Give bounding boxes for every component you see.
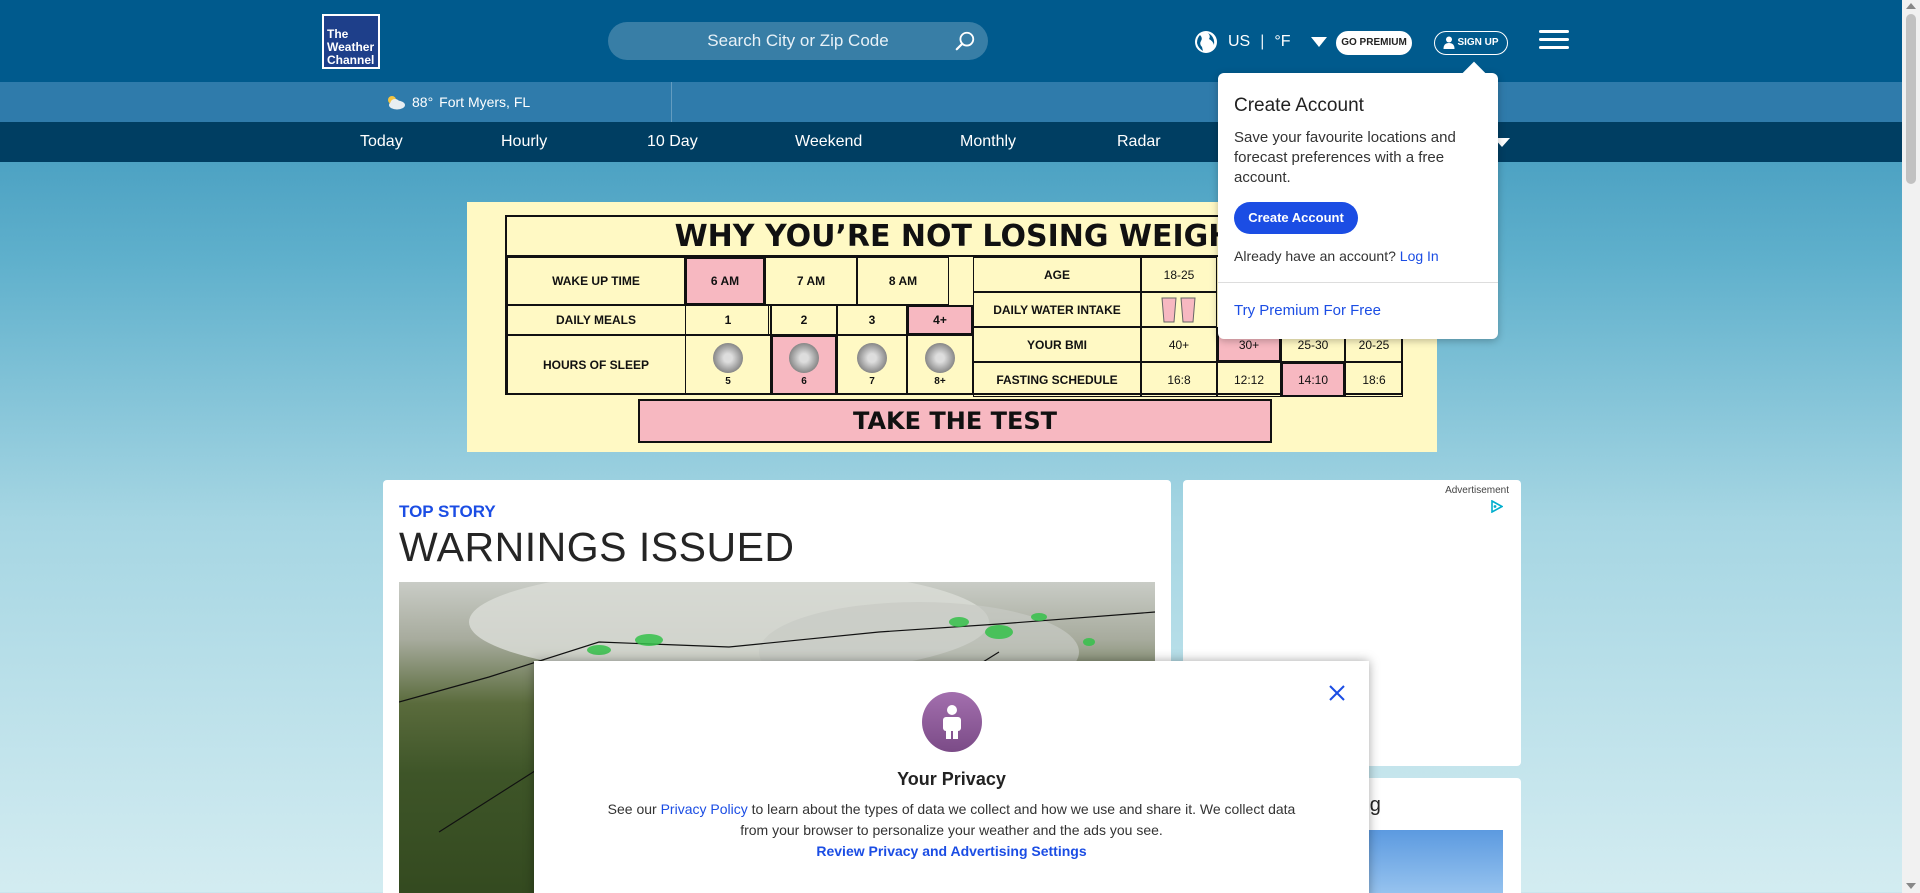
wake-label: WAKE UP TIME bbox=[507, 257, 685, 305]
age-option[interactable]: 18-25 bbox=[1141, 257, 1217, 292]
globe-icon bbox=[1195, 31, 1217, 53]
popover-description: Save your favourite locations and foreca… bbox=[1234, 129, 1456, 186]
top-story-headline[interactable]: WARNINGS ISSUED bbox=[399, 524, 795, 571]
bmi-label: YOUR BMI bbox=[973, 327, 1141, 362]
scrollbar-thumb[interactable] bbox=[1906, 14, 1916, 184]
take-the-test-button[interactable]: TAKE THE TEST bbox=[638, 399, 1272, 443]
privacy-person-icon bbox=[922, 692, 982, 752]
site-header: The Weather Channel Search City or Zip C… bbox=[0, 0, 1902, 82]
sleep-option-label: 7 bbox=[869, 376, 875, 387]
nav-10-day[interactable]: 10 Day bbox=[647, 122, 698, 162]
create-account-popover: Create Account Save your favourite locat… bbox=[1218, 73, 1498, 339]
popover-divider bbox=[1218, 282, 1498, 283]
nav-today[interactable]: Today bbox=[360, 122, 403, 162]
nav-monthly[interactable]: Monthly bbox=[960, 122, 1016, 162]
meals-option[interactable]: 3 bbox=[837, 305, 907, 335]
sign-up-label: SIGN UP bbox=[1457, 37, 1499, 48]
ring-icon bbox=[925, 343, 955, 373]
search-input[interactable]: Search City or Zip Code bbox=[608, 22, 988, 60]
locale-selector[interactable]: US | °F bbox=[1194, 30, 1327, 54]
fasting-option[interactable]: 12:12 bbox=[1217, 362, 1281, 397]
sleep-option-label: 8+ bbox=[934, 376, 946, 387]
weather-channel-logo[interactable]: The Weather Channel bbox=[322, 14, 380, 69]
try-premium-link[interactable]: Try Premium For Free bbox=[1234, 302, 1381, 319]
privacy-title: Your Privacy bbox=[897, 769, 1006, 789]
nav-hourly[interactable]: Hourly bbox=[501, 122, 547, 162]
water-glass-icon bbox=[1161, 297, 1196, 322]
ring-icon bbox=[857, 343, 887, 373]
wake-option[interactable]: 6 AM bbox=[685, 257, 765, 305]
privacy-dialog: Your Privacy See our Privacy Policy to l… bbox=[534, 661, 1369, 893]
units-label: °F bbox=[1274, 33, 1291, 50]
ring-icon bbox=[789, 343, 819, 373]
adchoices-icon[interactable] bbox=[1491, 500, 1503, 513]
scroll-up-icon[interactable] bbox=[1906, 3, 1916, 9]
already-have-account-text: Already have an account? bbox=[1234, 248, 1396, 264]
popover-login-line: Already have an account? Log In bbox=[1234, 248, 1439, 264]
page-scrollbar[interactable] bbox=[1902, 0, 1920, 893]
create-account-button[interactable]: Create Account bbox=[1234, 202, 1358, 234]
review-privacy-settings-link[interactable]: Review Privacy and Advertising Settings bbox=[534, 843, 1369, 859]
meals-option[interactable]: 4+ bbox=[907, 305, 973, 335]
scroll-down-icon[interactable] bbox=[1906, 883, 1916, 889]
user-icon bbox=[1443, 36, 1455, 49]
fasting-option[interactable]: 14:10 bbox=[1281, 362, 1345, 397]
region-label: US bbox=[1228, 33, 1251, 50]
nav-radar[interactable]: Radar bbox=[1117, 122, 1161, 162]
privacy-text-before: See our bbox=[607, 801, 661, 817]
top-story-kicker: TOP STORY bbox=[399, 502, 496, 521]
subbar-divider bbox=[671, 82, 672, 122]
privacy-text-after: to learn about the types of data we coll… bbox=[740, 801, 1296, 838]
privacy-body: See our Privacy Policy to learn about th… bbox=[594, 799, 1309, 841]
chevron-down-icon[interactable] bbox=[1310, 37, 1327, 47]
fasting-option[interactable]: 16:8 bbox=[1141, 362, 1217, 397]
wake-option[interactable]: 8 AM bbox=[857, 257, 949, 305]
sign-up-button[interactable]: SIGN UP bbox=[1434, 31, 1508, 55]
age-label: AGE bbox=[973, 257, 1141, 292]
go-premium-button[interactable]: GO PREMIUM bbox=[1336, 31, 1412, 55]
search-placeholder: Search City or Zip Code bbox=[707, 31, 889, 50]
menu-icon[interactable] bbox=[1539, 30, 1569, 54]
log-in-link[interactable]: Log In bbox=[1400, 248, 1439, 264]
forecast-nav: Today Hourly 10 Day Weekend Monthly Rada… bbox=[0, 122, 1902, 162]
water-option[interactable] bbox=[1141, 292, 1217, 327]
meals-option[interactable]: 1 bbox=[685, 305, 771, 335]
sleep-option[interactable]: 7 bbox=[837, 335, 907, 395]
close-icon[interactable] bbox=[1327, 683, 1347, 703]
wake-option[interactable]: 7 AM bbox=[765, 257, 857, 305]
sleep-option[interactable]: 6 bbox=[771, 335, 837, 395]
current-conditions-bar: 88° Fort Myers, FL bbox=[0, 82, 1902, 122]
bmi-option[interactable]: 40+ bbox=[1141, 327, 1217, 362]
sleep-option-label: 6 bbox=[801, 376, 807, 387]
current-conditions[interactable]: 88° Fort Myers, FL bbox=[384, 82, 530, 122]
privacy-policy-link[interactable]: Privacy Policy bbox=[661, 801, 748, 817]
sleep-option-label: 5 bbox=[725, 376, 731, 387]
popover-title: Create Account bbox=[1234, 95, 1364, 116]
sleep-option[interactable]: 5 bbox=[685, 335, 771, 395]
search-icon[interactable] bbox=[954, 30, 976, 52]
current-location: Fort Myers, FL bbox=[439, 94, 531, 110]
ring-icon bbox=[713, 343, 743, 373]
locale-divider: | bbox=[1260, 33, 1265, 50]
advertisement-label: Advertisement bbox=[1445, 485, 1509, 496]
water-label: DAILY WATER INTAKE bbox=[973, 292, 1141, 327]
sleep-option[interactable]: 8+ bbox=[907, 335, 973, 395]
nav-weekend[interactable]: Weekend bbox=[795, 122, 862, 162]
fasting-option[interactable]: 18:6 bbox=[1345, 362, 1403, 397]
current-temp: 88° bbox=[412, 94, 434, 110]
fasting-label: FASTING SCHEDULE bbox=[973, 362, 1141, 397]
partly-cloudy-icon bbox=[388, 96, 405, 110]
meals-option[interactable]: 2 bbox=[771, 305, 837, 335]
